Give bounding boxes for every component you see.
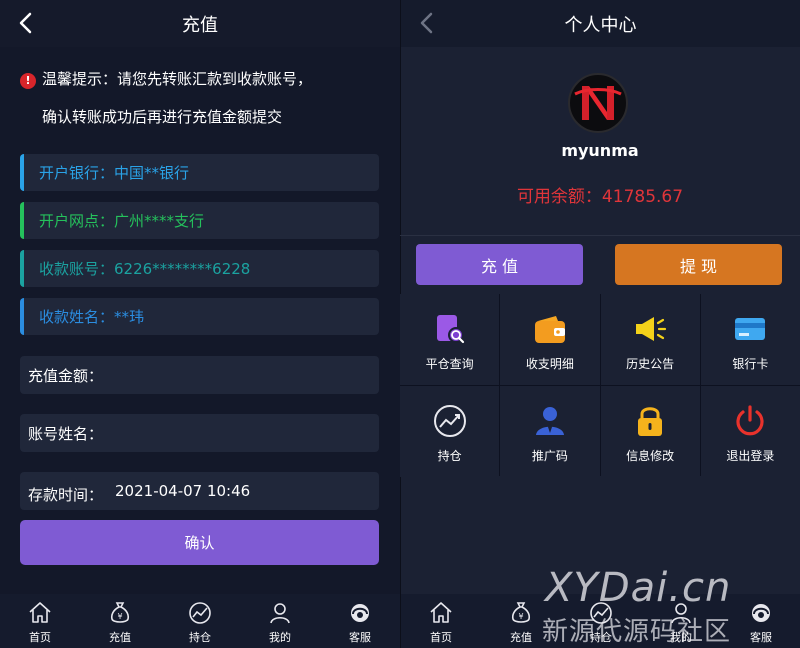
nav-label: 我的 (670, 631, 692, 644)
bank-branch-text: 开户网点：广州****支行 (39, 212, 205, 230)
menu-position[interactable]: 持仓 (400, 386, 500, 477)
bank-name-text: 开户银行：中国**银行 (39, 164, 190, 182)
deposit-time-field[interactable]: 存款时间： 2021-04-07 10:46 (20, 472, 379, 510)
amount-label: 充值金额： (28, 366, 104, 385)
menu-label: 持仓 (437, 449, 462, 463)
nav-item-recharge[interactable]: ¥ 充值 (80, 594, 160, 648)
menu-income-expense[interactable]: 收支明细 (500, 294, 600, 385)
svg-text:¥: ¥ (117, 612, 122, 621)
account-name-field[interactable]: 账号姓名： (20, 414, 379, 452)
megaphone-icon (636, 317, 667, 341)
menu-label: 推广码 (531, 449, 568, 463)
menu-logout[interactable]: 退出登录 (700, 386, 800, 477)
customer-service-icon (351, 604, 369, 622)
page-title: 个人中心 (564, 14, 637, 36)
profile-icon (671, 603, 691, 624)
user-icon (535, 407, 564, 435)
page-title: 充值 (182, 14, 218, 36)
recharge-button[interactable]: 充 值 (416, 244, 583, 285)
wallet-icon (534, 316, 565, 343)
chevron-left-icon (19, 12, 32, 34)
menu-bank-card[interactable]: 银行卡 (700, 294, 800, 385)
nav-label: 客服 (349, 631, 371, 644)
chart-icon (590, 602, 612, 624)
account-number-text: 收款账号：6226********6228 (39, 260, 251, 278)
withdraw-button[interactable]: 提 现 (615, 244, 782, 285)
alert-icon: ! (20, 73, 36, 89)
back-button[interactable] (12, 8, 38, 38)
payee-name-text: 收款姓名：**玮 (39, 308, 145, 326)
accent-bar (20, 154, 24, 191)
divider (400, 235, 800, 236)
chart-icon (189, 602, 211, 624)
chevron-left-icon (420, 12, 433, 34)
bank-branch-card: 开户网点：广州****支行 (20, 202, 379, 239)
customer-service-icon (752, 604, 770, 622)
nav-label: 持仓 (189, 631, 211, 644)
nav-item-position[interactable]: 持仓 (160, 594, 240, 648)
accent-bar (20, 202, 24, 239)
deposit-time-value: 2021-04-07 10:46 (115, 482, 251, 500)
nav-label: 我的 (269, 631, 291, 644)
home-icon (29, 602, 51, 623)
available-balance: 可用余额：41785.67 (516, 187, 684, 207)
brand-logo-icon (568, 73, 628, 133)
nav-item-service[interactable]: 客服 (721, 594, 800, 648)
menu-close-position-query[interactable]: 平仓查询 (400, 294, 500, 385)
menu-label: 退出登录 (726, 449, 775, 463)
nav-item-recharge[interactable]: ¥ 充值 (481, 594, 561, 648)
nav-item-service[interactable]: 客服 (320, 594, 400, 648)
deposit-time-label: 存款时间： (28, 485, 104, 504)
menu-label: 平仓查询 (425, 357, 474, 371)
menu-label: 历史公告 (626, 357, 675, 371)
recharge-header: 充值 (0, 0, 400, 47)
tip-line-2: 确认转账成功后再进行充值金额提交 (42, 108, 283, 126)
payee-name-card: 收款姓名：**玮 (20, 298, 379, 335)
menu-edit-info[interactable]: 信息修改 (600, 386, 700, 477)
menu-promo-code[interactable]: 推广码 (500, 386, 600, 477)
tip-line-1: 温馨提示：请您先转账汇款到收款账号， (42, 70, 313, 88)
menu-history-notice[interactable]: 历史公告 (600, 294, 700, 385)
bank-card-icon (735, 318, 766, 340)
home-icon (430, 602, 452, 623)
menu-label: 信息修改 (626, 449, 675, 463)
bank-name-card: 开户银行：中国**银行 (20, 154, 379, 191)
nav-label: 充值 (510, 631, 532, 644)
account-name-label: 账号姓名： (28, 424, 104, 443)
nav-label: 首页 (29, 631, 51, 644)
menu-label: 银行卡 (732, 357, 769, 371)
trend-chart-icon (433, 405, 466, 437)
menu-label: 收支明细 (525, 357, 574, 371)
back-button[interactable] (413, 8, 439, 38)
profile-header: 个人中心 (401, 0, 800, 47)
nav-item-position[interactable]: 持仓 (561, 594, 641, 648)
nav-label: 持仓 (590, 631, 612, 644)
money-bag-icon: ¥ (511, 602, 531, 623)
search-doc-icon (436, 315, 464, 344)
accent-bar (20, 250, 24, 287)
nav-label: 客服 (750, 631, 772, 644)
nav-item-home[interactable]: 首页 (0, 594, 80, 648)
nav-item-mine[interactable]: 我的 (240, 594, 320, 648)
bottom-nav: 首页 ¥ 充值 持仓 我的 客服 (401, 594, 800, 648)
money-bag-icon: ¥ (110, 602, 130, 623)
bottom-nav: 首页 ¥ 充值 持仓 我的 客服 (0, 594, 400, 648)
amount-field[interactable]: 充值金额： (20, 356, 379, 394)
account-number-card: 收款账号：6226********6228 (20, 250, 379, 287)
nav-label: 首页 (430, 631, 452, 644)
nav-item-mine[interactable]: 我的 (641, 594, 721, 648)
nav-item-home[interactable]: 首页 (401, 594, 481, 648)
nav-label: 充值 (109, 631, 131, 644)
accent-bar (20, 298, 24, 335)
username: myunma (561, 141, 639, 160)
profile-menu-grid: 平仓查询 收支明细 历史公告 银行卡 持仓 推广码 信息修改 退出登录 (400, 294, 800, 477)
power-icon (736, 405, 764, 436)
recharge-panel: 充值 ! 温馨提示：请您先转账汇款到收款账号， 确认转账成功后再进行充值金额提交… (0, 0, 400, 648)
profile-icon (270, 603, 290, 624)
confirm-button[interactable]: 确认 (20, 520, 379, 565)
lock-icon (638, 407, 663, 436)
svg-text:¥: ¥ (518, 612, 523, 621)
